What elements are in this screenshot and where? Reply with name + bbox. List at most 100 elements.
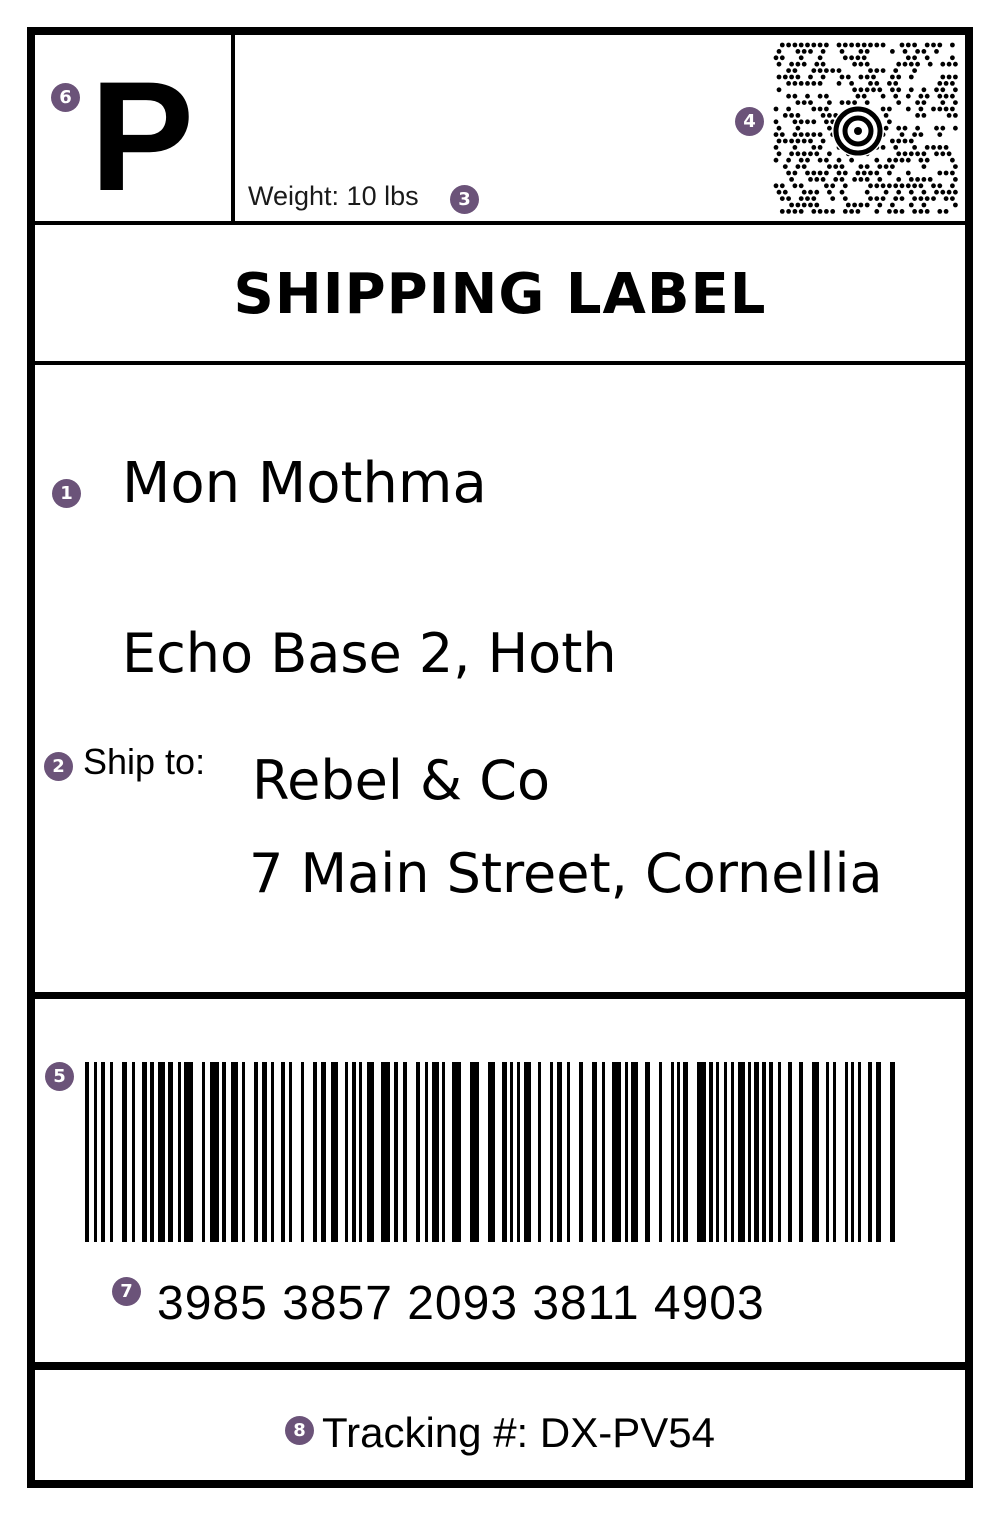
maxicode-dot	[798, 209, 804, 214]
maxicode-dot	[899, 157, 905, 163]
maxicode-dot	[776, 189, 782, 195]
barcode-bar	[442, 1062, 445, 1242]
maxicode-dot	[779, 132, 785, 137]
maxicode-dot	[871, 74, 876, 80]
maxicode-dot	[808, 151, 813, 157]
barcode-bar	[890, 1062, 895, 1242]
maxicode-dot	[937, 170, 943, 176]
label-title: SHIPPING LABEL	[233, 262, 767, 327]
barcode-bar	[150, 1062, 154, 1242]
maxicode-dot	[858, 177, 864, 182]
barcode-bar	[178, 1062, 181, 1242]
maxicode-dot	[858, 202, 864, 208]
maxicode-dot	[887, 209, 892, 214]
maxicode-dot	[937, 132, 943, 137]
maxicode-dot	[893, 183, 899, 189]
maxicode-dot	[817, 42, 823, 48]
maxicode-dot	[839, 164, 845, 169]
maxicode-dot	[896, 74, 902, 80]
maxicode-dot	[858, 164, 864, 169]
maxicode-dot	[940, 151, 946, 157]
maxicode-dot	[789, 113, 794, 118]
maxicode-dot	[842, 183, 848, 189]
barcode-bar	[671, 1062, 674, 1242]
maxicode-dot	[842, 170, 848, 176]
maxicode-dot	[915, 177, 920, 182]
maxicode-dot	[805, 119, 810, 125]
barcode-bar	[85, 1062, 89, 1242]
maxicode-dot	[890, 164, 895, 169]
maxicode-dot	[874, 170, 880, 176]
maxicode-dot	[773, 119, 779, 125]
maxicode-dot	[779, 42, 785, 48]
maxicode-dot	[805, 93, 810, 99]
maxicode-dot	[887, 119, 892, 125]
maxicode-dot	[953, 177, 958, 182]
maxicode-dot	[940, 61, 946, 67]
barcode-bar	[625, 1062, 628, 1242]
maxicode-dot	[792, 209, 798, 214]
sender-address: Echo Base 2, Hoth	[122, 622, 617, 685]
maxicode-dot	[896, 138, 902, 144]
barcode-bar	[168, 1062, 173, 1242]
barcode-bar	[683, 1062, 688, 1242]
barcode-bar	[254, 1062, 258, 1242]
maxicode-dot	[795, 113, 801, 118]
maxicode-dot	[893, 81, 899, 86]
maxicode-dot	[915, 61, 920, 67]
maxicode-dot	[836, 42, 842, 48]
barcode-bar	[222, 1062, 226, 1242]
maxicode-dot	[864, 189, 870, 195]
barcode-bar	[403, 1062, 407, 1242]
callout-badge-barcode-number: 7	[112, 1277, 141, 1306]
maxicode-dot	[874, 68, 880, 73]
maxicode-dot	[779, 196, 785, 202]
maxicode-dot	[921, 177, 927, 182]
maxicode-dot	[808, 138, 813, 144]
maxicode-dot	[864, 100, 870, 105]
maxicode-dot	[918, 157, 924, 163]
barcode-bar	[488, 1062, 495, 1242]
maxicode-dot	[830, 209, 836, 214]
maxicode-dot	[918, 93, 924, 99]
maxicode-dot	[912, 68, 917, 73]
maxicode-dot	[943, 106, 949, 112]
maxicode-dot	[827, 189, 832, 195]
maxicode-dot	[943, 93, 949, 99]
maxicode-dot	[789, 202, 794, 208]
barcode-bar	[851, 1062, 854, 1242]
barcode-bar	[289, 1062, 292, 1242]
maxicode-dot	[950, 81, 955, 86]
maxicode-dot	[811, 106, 817, 112]
maxicode-dot	[805, 132, 810, 137]
maxicode-dot	[842, 42, 848, 48]
barcode-bar	[321, 1062, 326, 1242]
maxicode-dot	[786, 209, 791, 214]
maxicode-dot	[817, 209, 823, 214]
maxicode-dot	[912, 55, 917, 61]
maxicode-dot	[890, 138, 895, 144]
maxicode-dot	[820, 177, 826, 182]
barcode-bar	[416, 1062, 420, 1242]
barcode-bar	[602, 1062, 605, 1242]
maxicode-dot	[912, 132, 917, 137]
maxicode-dot	[861, 93, 867, 99]
maxicode-dot	[940, 125, 946, 131]
maxicode-dot	[789, 177, 794, 182]
maxicode-dot	[943, 81, 949, 86]
maxicode-dot	[776, 151, 782, 157]
maxicode-dot	[953, 61, 958, 67]
maxicode-dot	[814, 202, 820, 208]
maxicode-dot	[893, 68, 899, 73]
barcode-bar	[716, 1062, 719, 1242]
tracking-row: 8 Tracking #: DX-PV54	[35, 1378, 965, 1480]
maxicode-dot	[912, 145, 917, 150]
maxicode-dot	[908, 138, 914, 144]
barcode-bar	[331, 1062, 338, 1242]
maxicode-dot	[864, 87, 870, 93]
maxicode-dot	[912, 42, 917, 48]
maxicode-dot	[808, 189, 813, 195]
maxicode-dot	[827, 151, 832, 157]
maxicode-dot	[827, 164, 832, 169]
maxicode-dot	[817, 55, 823, 61]
